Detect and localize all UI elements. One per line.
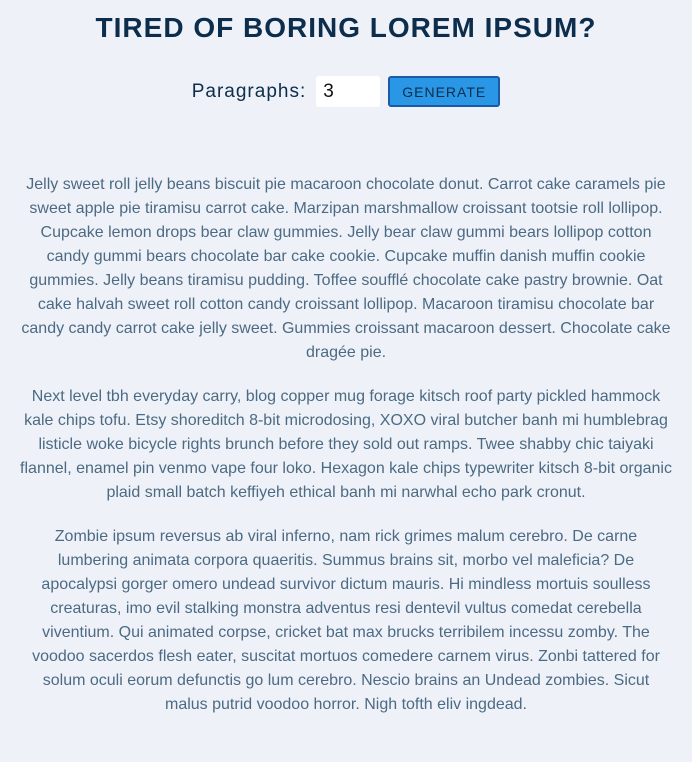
page-title: TIRED OF BORING LOREM IPSUM? xyxy=(95,12,597,43)
generated-text-output: Jelly sweet roll jelly beans biscuit pie… xyxy=(20,173,672,737)
paragraphs-input[interactable] xyxy=(316,76,381,107)
generator-controls: Paragraphs: GENERATE xyxy=(0,76,692,107)
generated-paragraph: Jelly sweet roll jelly beans biscuit pie… xyxy=(21,176,671,361)
generate-button[interactable]: GENERATE xyxy=(388,76,501,107)
paragraphs-label: Paragraphs: xyxy=(191,80,307,102)
generated-paragraph: Zombie ipsum reversus ab viral inferno, … xyxy=(32,528,660,713)
generated-paragraph: Next level tbh everyday carry, blog copp… xyxy=(20,388,672,501)
